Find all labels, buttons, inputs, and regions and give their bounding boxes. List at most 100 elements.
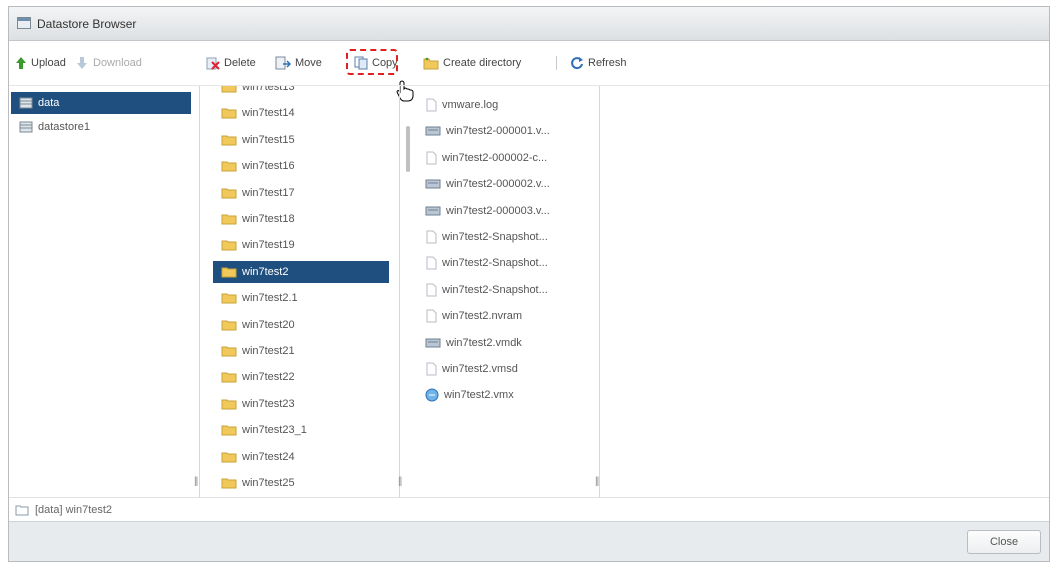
folder-icon: [213, 319, 237, 331]
file-item[interactable]: win7test2-000002-c...: [417, 147, 595, 169]
move-label: Move: [295, 57, 322, 69]
folder-item-label: win7test20: [242, 318, 295, 331]
datastore-icon: [11, 97, 33, 109]
folder-item[interactable]: win7test20: [213, 314, 389, 336]
folder-item-label: win7test14: [242, 107, 295, 120]
folder-item[interactable]: win7test23: [213, 393, 389, 415]
folder-outline-icon: [15, 505, 29, 515]
file-item[interactable]: win7test2-Snapshot...: [417, 226, 595, 248]
folder-item[interactable]: win7test19: [213, 234, 389, 256]
file-item-label: win7test2-000002-c...: [442, 151, 548, 164]
folder-icon: [213, 187, 237, 199]
datastore-list: data datastore1: [9, 86, 200, 498]
folder-item[interactable]: win7test21: [213, 340, 389, 362]
file-icon: [417, 98, 437, 112]
file-item[interactable]: win7test2.vmsd: [417, 358, 595, 380]
folder-icon: [213, 160, 237, 172]
folder-item-label: win7test17: [242, 186, 295, 199]
file-item[interactable]: win7test2-000003.v...: [417, 200, 595, 222]
file-icon: [417, 151, 437, 165]
disk-icon: [417, 125, 441, 137]
download-button[interactable]: Download: [75, 53, 142, 73]
download-icon: [77, 57, 87, 69]
file-item[interactable]: win7test2-000001.v...: [417, 120, 595, 142]
create-directory-button[interactable]: Create directory: [423, 53, 521, 73]
folder-item[interactable]: win7test22: [213, 366, 389, 388]
folder-item-label: win7test23_1: [242, 424, 307, 437]
toolbar-separator: [556, 56, 557, 70]
file-item-label: win7test2.vmsd: [442, 363, 518, 375]
disk-icon: [417, 337, 441, 349]
file-item-label: win7test2.nvram: [442, 310, 523, 323]
disk-icon: [417, 205, 441, 217]
folder-item[interactable]: win7test16: [213, 155, 389, 177]
folder-icon: [213, 134, 237, 146]
status-bar: [data] win7test2: [9, 497, 1049, 521]
window-icon: [17, 17, 31, 29]
file-item[interactable]: vmware.log: [417, 94, 595, 116]
dialog-footer: Close: [9, 521, 1049, 561]
folder-item[interactable]: win7test15: [213, 129, 389, 151]
folder-item-label: win7test16: [242, 160, 295, 173]
folder-item[interactable]: win7test17: [213, 182, 389, 204]
folder-icon: [213, 477, 237, 489]
file-item-label: win7test2-Snapshot...: [442, 231, 548, 243]
file-item-label: win7test2-Snapshot...: [442, 283, 548, 296]
folder-item[interactable]: win7test18: [213, 208, 389, 230]
browser-panels: data datastore1 win7test13 win7test14 win7t…: [9, 85, 1049, 498]
file-item[interactable]: win7test2-Snapshot...: [417, 252, 595, 274]
file-item[interactable]: win7test2-000002.v...: [417, 173, 595, 195]
datastore-item[interactable]: data: [11, 92, 191, 114]
new-folder-icon: [423, 57, 439, 70]
column-resize-grip[interactable]: ||: [194, 476, 198, 487]
upload-icon: [16, 57, 26, 69]
file-icon: [417, 256, 437, 270]
file-item[interactable]: win7test2.vmx: [417, 384, 595, 406]
upload-button[interactable]: Upload: [15, 53, 66, 73]
folder-item[interactable]: win7test23_1: [213, 419, 389, 441]
delete-label: Delete: [224, 57, 256, 69]
folder-item[interactable]: win7test25: [213, 472, 389, 494]
folder-item[interactable]: win7test14: [213, 102, 389, 124]
file-item[interactable]: win7test2-Snapshot...: [417, 279, 595, 301]
file-item-label: win7test2-Snapshot...: [442, 257, 548, 270]
datastore-item[interactable]: datastore1: [11, 116, 191, 138]
folder-item[interactable]: win7test2.1: [213, 287, 389, 309]
folder-item[interactable]: win7test2: [213, 260, 389, 283]
folder-icon: [213, 107, 237, 119]
folder-list: win7test13 win7test14 win7test15 win7test16…: [199, 86, 400, 498]
title-bar: Datastore Browser: [9, 7, 1049, 41]
details-pane: [599, 86, 1051, 498]
refresh-button[interactable]: Refresh: [570, 53, 627, 73]
move-icon: [275, 56, 291, 70]
file-icon: [417, 362, 437, 376]
delete-button[interactable]: Delete: [206, 53, 256, 73]
column-resize-grip[interactable]: ||: [595, 476, 599, 487]
file-item[interactable]: win7test2.nvram: [417, 305, 595, 327]
file-item[interactable]: win7test2.vmdk: [417, 332, 595, 354]
datastore-item-label: data: [38, 97, 60, 109]
folder-icon: [213, 451, 237, 463]
folder-item[interactable]: win7test13: [213, 86, 389, 98]
folder-icon: [213, 424, 237, 436]
folder-icon: [213, 239, 237, 251]
folder-item-label: win7test13: [242, 86, 295, 93]
folder-icon: [213, 86, 237, 93]
folder-item-label: win7test19: [242, 239, 295, 252]
folder-icon: [213, 292, 237, 304]
upload-label: Upload: [31, 57, 66, 69]
refresh-icon: [571, 57, 583, 70]
window-title: Datastore Browser: [37, 17, 137, 31]
folder-item-label: win7test18: [242, 213, 295, 225]
file-list-scrollbar[interactable]: [406, 126, 410, 172]
close-button[interactable]: Close: [967, 530, 1041, 554]
datastore-item-label: datastore1: [38, 121, 90, 133]
download-label: Download: [93, 57, 142, 69]
move-button[interactable]: Move: [275, 53, 322, 73]
folder-item[interactable]: win7test24: [213, 446, 389, 468]
column-resize-grip[interactable]: ||: [398, 476, 402, 487]
folder-item-label: win7test25: [242, 477, 295, 489]
refresh-label: Refresh: [588, 57, 627, 69]
copy-highlight-annotation: [346, 49, 398, 75]
file-list: vmware.log win7test2-000001.v... win7test2…: [399, 86, 600, 498]
